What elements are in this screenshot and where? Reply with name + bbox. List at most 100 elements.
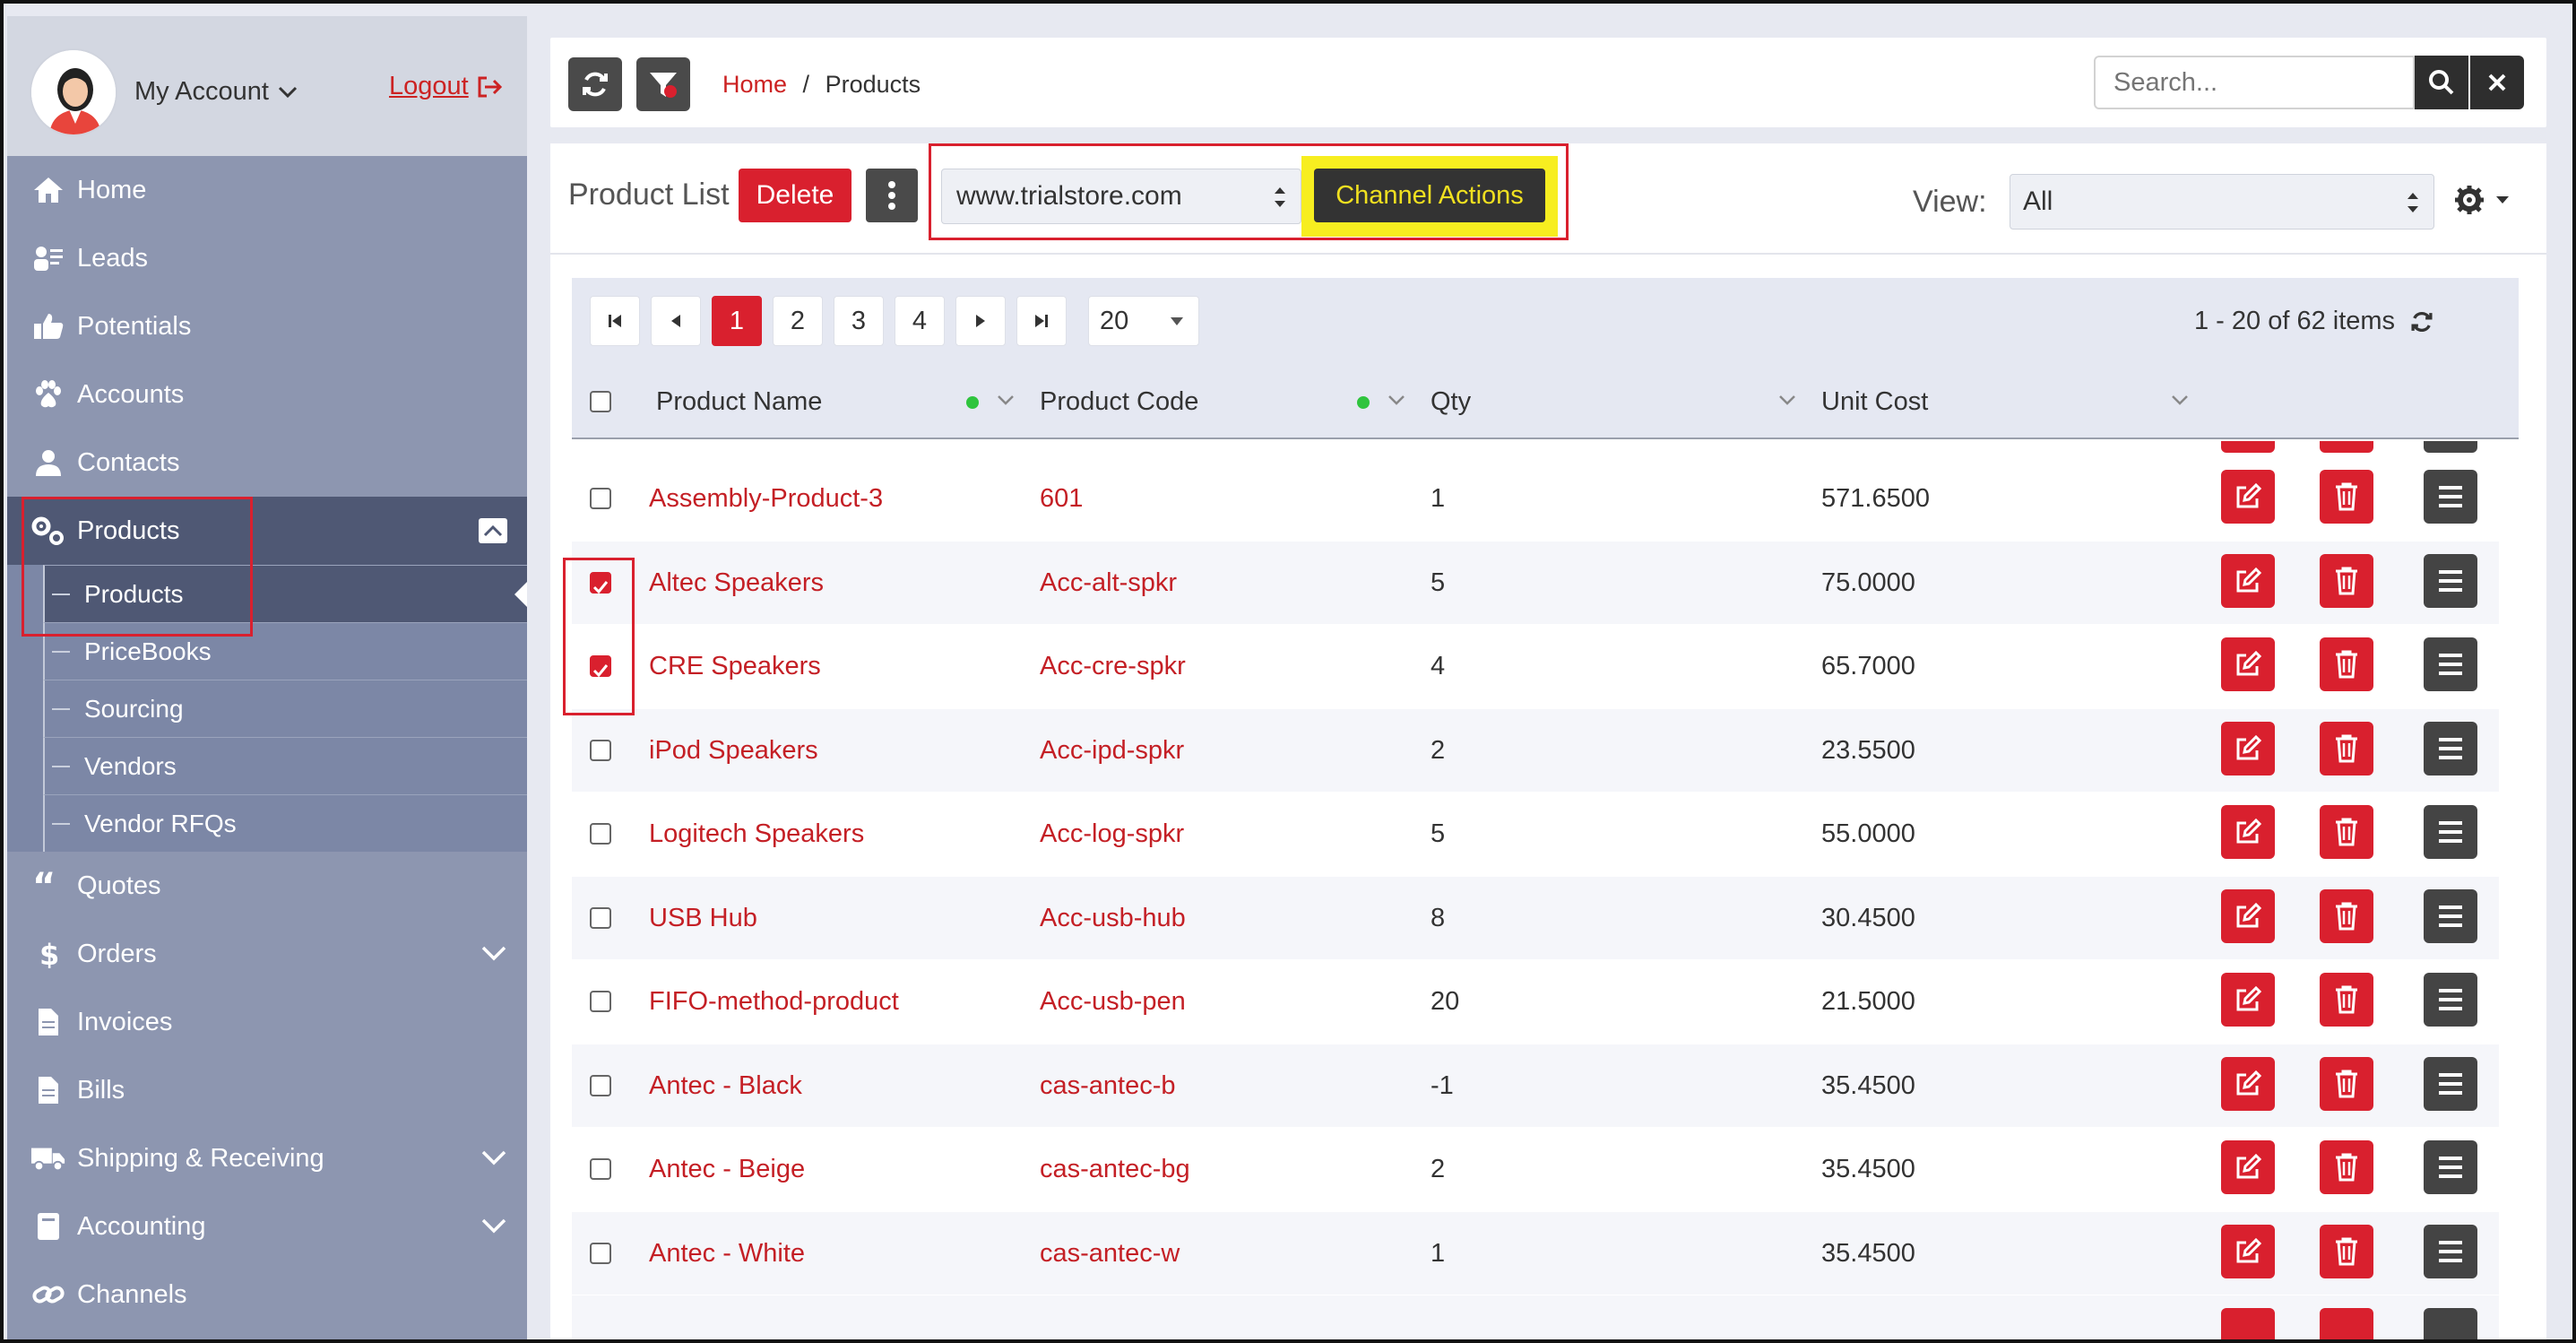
more-actions-button[interactable] <box>866 169 918 222</box>
search-button[interactable] <box>2415 56 2468 109</box>
refresh-icon[interactable] <box>2409 309 2434 334</box>
row-menu-button[interactable] <box>2424 1140 2477 1194</box>
delete-row-button[interactable] <box>2320 470 2373 524</box>
delete-row-button[interactable] <box>2320 973 2373 1027</box>
product-name-link[interactable]: iPod Speakers <box>649 736 818 766</box>
edit-button[interactable] <box>2221 805 2275 859</box>
clear-search-button[interactable] <box>2470 56 2524 109</box>
page-4-button[interactable]: 4 <box>895 296 945 346</box>
col-product-code[interactable]: Product Code <box>1040 387 1198 417</box>
my-account-menu[interactable]: My Account <box>134 77 298 107</box>
nav-orders[interactable]: $ Orders <box>7 920 527 988</box>
delete-button[interactable]: Delete <box>739 169 851 222</box>
nav-channels[interactable]: Channels <box>7 1261 527 1329</box>
product-name-link[interactable]: Antec - White <box>649 1239 805 1269</box>
row-menu-button[interactable] <box>2424 1308 2477 1339</box>
col-product-name[interactable]: Product Name <box>656 387 822 417</box>
edit-button[interactable] <box>2221 441 2275 453</box>
delete-row-button[interactable] <box>2320 805 2373 859</box>
row-checkbox[interactable] <box>590 1158 611 1180</box>
product-code-link[interactable]: Acc-ipd-spkr <box>1040 736 1184 766</box>
product-code-link[interactable]: cas-antec-w <box>1040 1239 1180 1269</box>
column-menu-icon[interactable] <box>2171 394 2189 407</box>
settings-menu[interactable] <box>2454 185 2510 215</box>
search-input[interactable] <box>2094 56 2415 109</box>
edit-button[interactable] <box>2221 470 2275 524</box>
last-page-button[interactable] <box>1016 296 1067 346</box>
edit-button[interactable] <box>2221 721 2275 775</box>
nav-invoices[interactable]: Invoices <box>7 988 527 1056</box>
nav-leads[interactable]: Leads <box>7 224 527 292</box>
delete-row-button[interactable] <box>2320 1056 2373 1111</box>
select-all-checkbox[interactable] <box>590 391 611 412</box>
page-1-button[interactable]: 1 <box>712 296 762 346</box>
nav-contacts[interactable]: Contacts <box>7 429 527 497</box>
row-menu-button[interactable] <box>2424 553 2477 608</box>
row-checkbox[interactable] <box>590 906 611 929</box>
edit-button[interactable] <box>2221 1056 2275 1111</box>
delete-row-button[interactable] <box>2320 1308 2373 1339</box>
row-menu-button[interactable] <box>2424 1056 2477 1111</box>
edit-button[interactable] <box>2221 637 2275 691</box>
nav-potentials[interactable]: Potentials <box>7 292 527 360</box>
logout-link[interactable]: Logout <box>389 72 503 101</box>
refresh-button[interactable] <box>568 57 622 111</box>
next-page-button[interactable] <box>955 296 1006 346</box>
row-checkbox[interactable] <box>590 1074 611 1096</box>
delete-row-button[interactable] <box>2320 637 2373 691</box>
row-menu-button[interactable] <box>2424 441 2477 453</box>
row-menu-button[interactable] <box>2424 973 2477 1027</box>
row-checkbox[interactable] <box>590 991 611 1012</box>
delete-row-button[interactable] <box>2320 888 2373 943</box>
col-unit-cost[interactable]: Unit Cost <box>1821 387 1928 417</box>
delete-row-button[interactable] <box>2320 721 2373 775</box>
row-menu-button[interactable] <box>2424 888 2477 943</box>
col-qty[interactable]: Qty <box>1431 387 1471 417</box>
row-menu-button[interactable] <box>2424 1224 2477 1278</box>
delete-row-button[interactable] <box>2320 1140 2373 1194</box>
delete-row-button[interactable] <box>2320 553 2373 608</box>
product-code-link[interactable]: 601 <box>1040 484 1083 514</box>
page-3-button[interactable]: 3 <box>834 296 884 346</box>
row-menu-button[interactable] <box>2424 637 2477 691</box>
product-name-link[interactable]: Logitech Speakers <box>649 819 864 849</box>
product-code-link[interactable]: Acc-usb-pen <box>1040 987 1186 1017</box>
sub-sourcing[interactable]: Sourcing <box>43 680 527 737</box>
row-checkbox[interactable] <box>590 823 611 845</box>
product-name-link[interactable]: Assembly-Product-3 <box>649 484 883 514</box>
row-menu-button[interactable] <box>2424 721 2477 775</box>
edit-button[interactable] <box>2221 1224 2275 1278</box>
row-checkbox[interactable] <box>590 488 611 509</box>
column-menu-icon[interactable] <box>1778 394 1796 407</box>
sub-vendors[interactable]: Vendors <box>43 737 527 794</box>
product-code-link[interactable]: cas-antec-b <box>1040 1071 1176 1101</box>
product-name-link[interactable]: Altec Speakers <box>649 568 824 598</box>
row-menu-button[interactable] <box>2424 470 2477 524</box>
row-menu-button[interactable] <box>2424 805 2477 859</box>
page-2-button[interactable]: 2 <box>773 296 823 346</box>
edit-button[interactable] <box>2221 553 2275 608</box>
view-select[interactable]: All <box>2010 174 2434 230</box>
nav-accounting[interactable]: Accounting <box>7 1192 527 1261</box>
row-checkbox[interactable] <box>590 739 611 761</box>
product-code-link[interactable]: Acc-log-spkr <box>1040 819 1184 849</box>
nav-bills[interactable]: Bills <box>7 1056 527 1124</box>
row-checkbox[interactable] <box>590 1242 611 1264</box>
product-code-link[interactable]: cas-antec-bg <box>1040 1155 1190 1184</box>
prev-page-button[interactable] <box>651 296 701 346</box>
nav-accounts[interactable]: Accounts <box>7 360 527 429</box>
first-page-button[interactable] <box>590 296 640 346</box>
sub-vendor-rfqs[interactable]: Vendor RFQs <box>43 794 527 852</box>
edit-button[interactable] <box>2221 1308 2275 1339</box>
column-menu-icon[interactable] <box>1387 394 1405 407</box>
nav-home[interactable]: Home <box>7 156 527 224</box>
nav-quotes[interactable]: “ Quotes <box>7 852 527 920</box>
product-name-link[interactable]: USB Hub <box>649 904 757 933</box>
page-size-select[interactable]: 20 <box>1088 296 1199 346</box>
product-code-link[interactable]: Acc-cre-spkr <box>1040 652 1186 681</box>
edit-button[interactable] <box>2221 888 2275 943</box>
product-code-link[interactable]: Acc-alt-spkr <box>1040 568 1177 598</box>
product-name-link[interactable]: CRE Speakers <box>649 652 821 681</box>
nav-shipping[interactable]: Shipping & Receiving <box>7 1124 527 1192</box>
breadcrumb-home[interactable]: Home <box>722 71 787 98</box>
